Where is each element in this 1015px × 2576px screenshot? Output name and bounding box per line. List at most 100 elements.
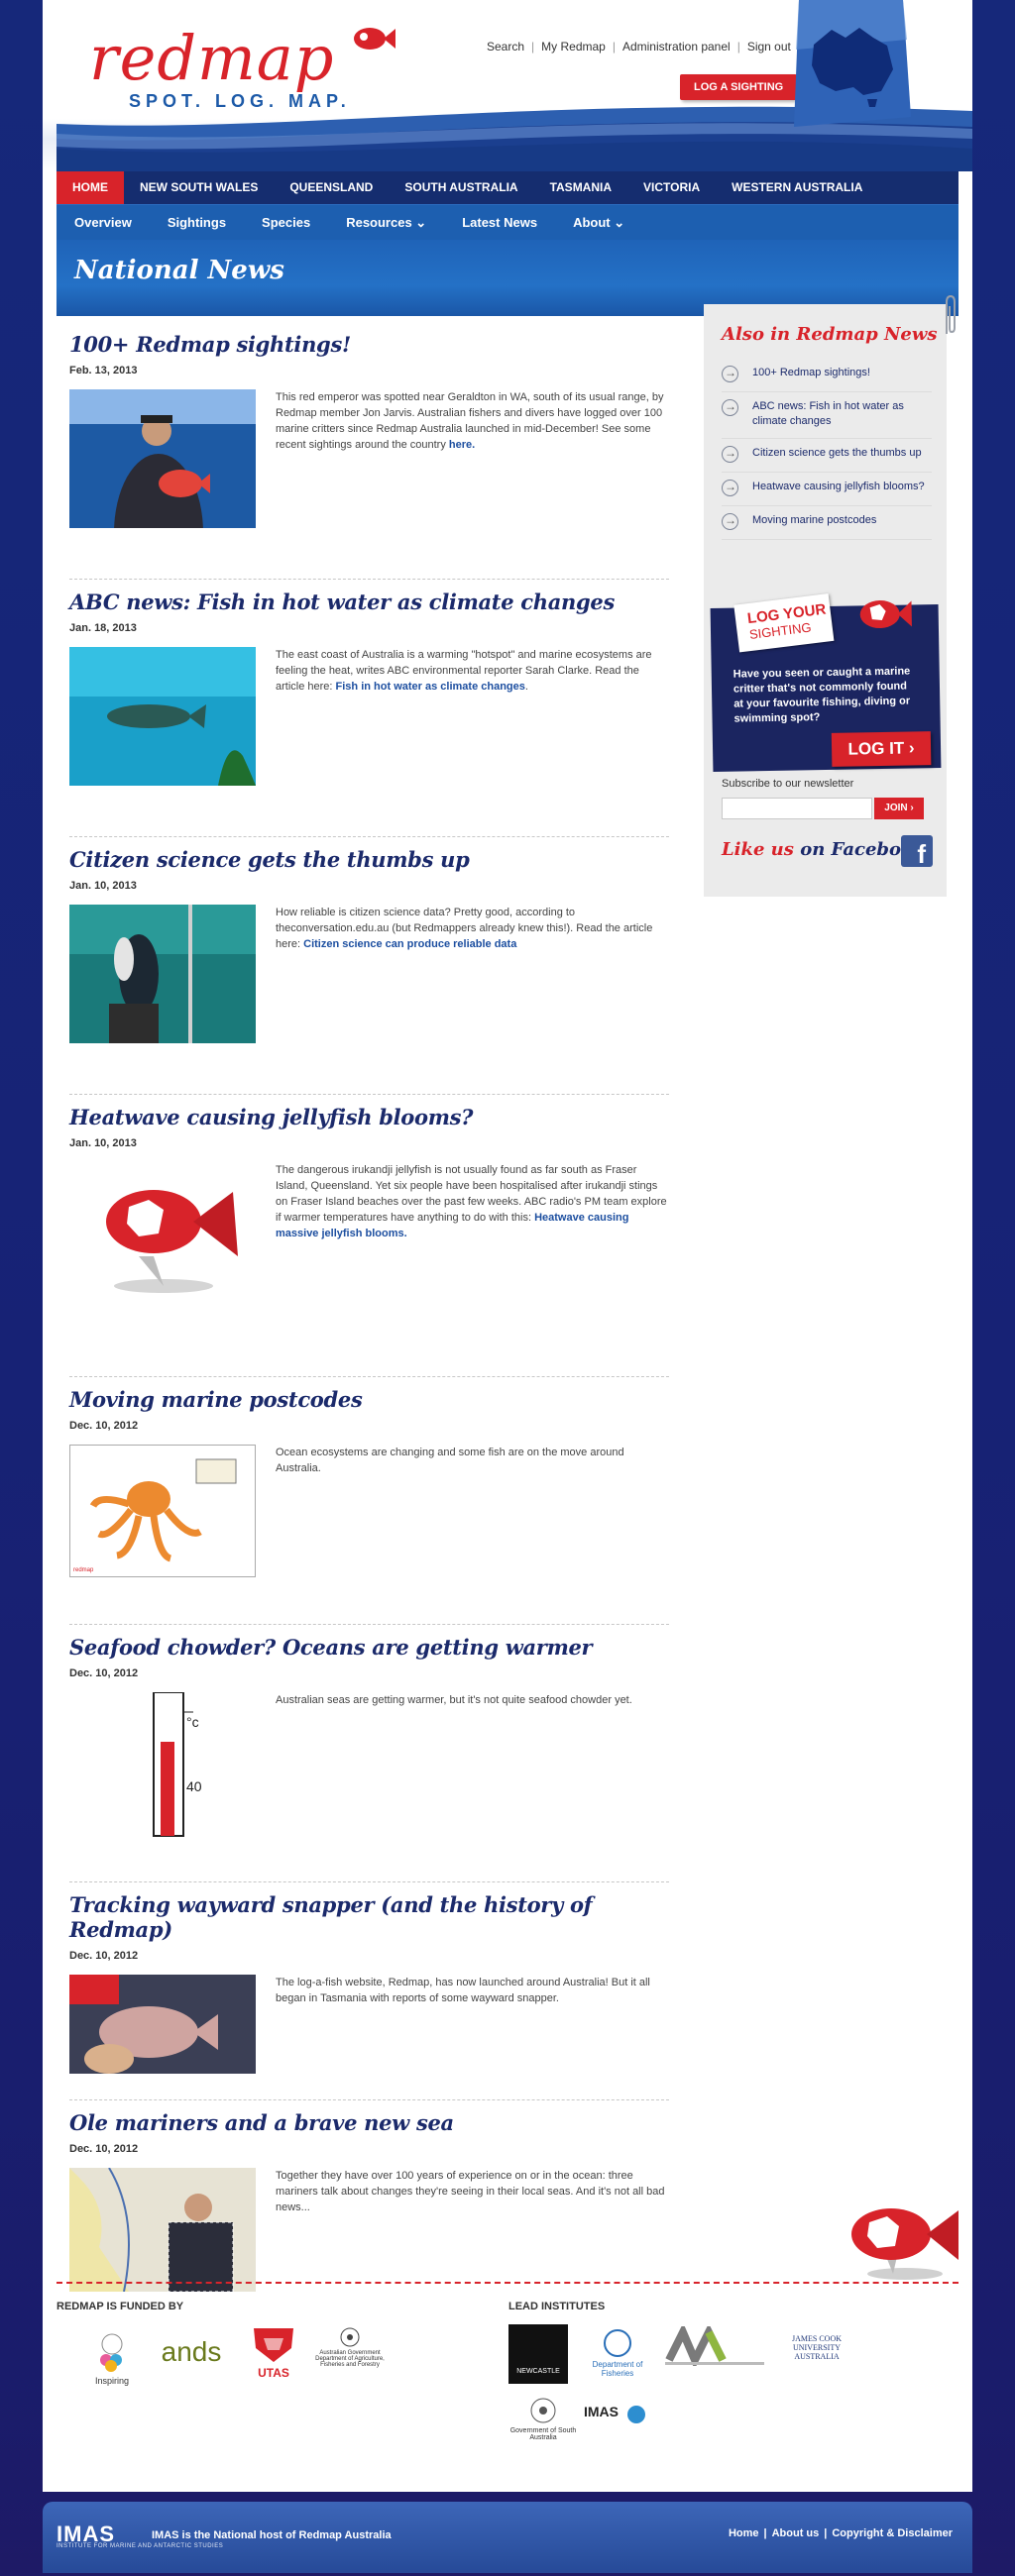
institute-logo-sa-gov[interactable]: Government of South Australia xyxy=(508,2396,578,2441)
article-summary: The dangerous irukandji jellyfish is not… xyxy=(276,1162,667,1306)
article-date: Jan. 10, 2013 xyxy=(69,880,137,892)
article-summary-text: The log-a-fish website, Redmap, has now … xyxy=(276,1977,650,2004)
logo[interactable]: redmap SPOT. LOG. MAP. xyxy=(89,28,351,112)
footer-link-about[interactable]: About us xyxy=(772,2527,820,2539)
funder-name: UTAS xyxy=(258,2366,289,2380)
svg-text:redmap: redmap xyxy=(73,1567,94,1573)
institute-logo-newcastle[interactable]: NEWCASTLE xyxy=(508,2324,568,2384)
subnav-about[interactable]: About ⌄ xyxy=(555,205,642,240)
footer-link-copyright[interactable]: Copyright & Disclaimer xyxy=(832,2527,953,2539)
arrow-right-icon xyxy=(722,480,738,496)
newsletter-join-button[interactable]: JOIN › xyxy=(874,798,924,819)
article-title[interactable]: Citizen science gets the thumbs up xyxy=(69,847,669,872)
sidebar: Also in Redmap News 100+ Redmap sighting… xyxy=(704,304,947,897)
article-summary: Australian seas are getting warmer, but … xyxy=(276,1692,667,1846)
article-date: Jan. 10, 2013 xyxy=(69,1137,137,1149)
arrow-right-icon xyxy=(722,366,738,382)
article-title[interactable]: Moving marine postcodes xyxy=(69,1387,669,1412)
sidebar-news-list: 100+ Redmap sightings! ABC news: Fish in… xyxy=(722,359,932,540)
page-title: National News xyxy=(74,256,284,285)
main-nav: HOME NEW SOUTH WALES QUEENSLAND SOUTH AU… xyxy=(56,171,959,204)
log-it-button[interactable]: LOG IT › xyxy=(831,731,932,767)
svg-text:°c: °c xyxy=(186,1714,199,1730)
redmap-fish-icon xyxy=(851,2208,959,2280)
article-summary: How reliable is citizen science data? Pr… xyxy=(276,905,667,1048)
article-link[interactable]: Citizen science can produce reliable dat… xyxy=(303,938,516,950)
nav-south-australia[interactable]: SOUTH AUSTRALIA xyxy=(389,171,533,204)
nav-home[interactable]: HOME xyxy=(56,171,124,204)
sidebar-news-item[interactable]: 100+ Redmap sightings! xyxy=(722,359,932,392)
article-thumbnail[interactable] xyxy=(69,647,256,791)
facebook-like-link[interactable]: Like us on Facebook xyxy=(722,839,926,860)
sidebar-news-label: Moving marine postcodes xyxy=(752,514,877,526)
host-statement: IMAS is the National host of Redmap Aust… xyxy=(152,2529,392,2541)
nav-victoria[interactable]: VICTORIA xyxy=(627,171,716,204)
article-thumbnail[interactable] xyxy=(69,2168,256,2297)
article: 100+ Redmap sightings! Feb. 13, 2013 Thi… xyxy=(69,332,669,580)
sidebar-news-item[interactable]: Moving marine postcodes xyxy=(722,506,932,540)
article-thumbnail[interactable]: redmap xyxy=(69,1445,256,1582)
article-summary-text: Australian seas are getting warmer, but … xyxy=(276,1694,632,1706)
subnav-latest-news[interactable]: Latest News xyxy=(444,205,555,240)
sidebar-news-label: Heatwave causing jellyfish blooms? xyxy=(752,481,925,492)
header: redmap SPOT. LOG. MAP. Search | My Redmap |… xyxy=(43,0,972,171)
article-link[interactable]: here. xyxy=(449,439,475,451)
sidebar-news-item[interactable]: ABC news: Fish in hot water as climate c… xyxy=(722,392,932,439)
institute-logo-jcu[interactable]: JAMES COOK UNIVERSITY AUSTRALIA xyxy=(772,2334,861,2361)
australia-map-flag xyxy=(794,0,911,127)
facebook-like-prefix: Like us xyxy=(722,839,794,860)
nav-western-australia[interactable]: WESTERN AUSTRALIA xyxy=(716,171,878,204)
footer-bar: IMAS INSTITUTE FOR MARINE AND ANTARCTIC … xyxy=(43,2502,972,2573)
funder-logo-utas[interactable]: UTAS xyxy=(246,2324,301,2380)
article: Seafood chowder? Oceans are getting warm… xyxy=(69,1635,669,1882)
article-title[interactable]: Heatwave causing jellyfish blooms? xyxy=(69,1105,669,1129)
log-sighting-promo: LOG YOUR SIGHTING Have you seen or caugh… xyxy=(710,593,942,772)
log-your-sighting-card: LOG YOUR SIGHTING xyxy=(733,593,835,653)
article-title[interactable]: ABC news: Fish in hot water as climate c… xyxy=(69,590,669,614)
nav-tasmania[interactable]: TASMANIA xyxy=(534,171,627,204)
footer-link-home[interactable]: Home xyxy=(729,2527,759,2539)
subnav-overview[interactable]: Overview xyxy=(56,205,150,240)
funder-logo-aus-gov[interactable]: Australian Government Department of Agri… xyxy=(310,2326,390,2368)
article-summary: The east coast of Australia is a warming… xyxy=(276,647,667,791)
institute-logo-imas[interactable]: IMAS xyxy=(584,2404,683,2424)
util-search-link[interactable]: Search xyxy=(487,40,524,54)
article-thumbnail[interactable] xyxy=(69,1162,256,1306)
institute-logo-newcastle-research[interactable] xyxy=(665,2322,764,2370)
article-thumbnail[interactable] xyxy=(69,1975,256,2079)
institute-logo-fisheries[interactable]: Department of Fisheries xyxy=(578,2328,657,2378)
nav-queensland[interactable]: QUEENSLAND xyxy=(274,171,389,204)
subnav-sightings[interactable]: Sightings xyxy=(150,205,244,240)
article-thumbnail[interactable] xyxy=(69,389,256,533)
sidebar-news-item[interactable]: Citizen science gets the thumbs up xyxy=(722,439,932,473)
log-a-sighting-button[interactable]: LOG A SIGHTING xyxy=(680,74,798,100)
funder-name: ands xyxy=(161,2336,222,2367)
nav-new-south-wales[interactable]: NEW SOUTH WALES xyxy=(124,171,274,204)
article-summary-text: Together they have over 100 years of exp… xyxy=(276,2170,665,2213)
article: Ole mariners and a brave new sea Dec. 10… xyxy=(69,2110,669,2308)
article-title[interactable]: 100+ Redmap sightings! xyxy=(69,332,669,357)
article-thumbnail[interactable] xyxy=(69,905,256,1048)
article-title[interactable]: Ole mariners and a brave new sea xyxy=(69,2110,669,2135)
institute-name: IMAS xyxy=(584,2404,619,2419)
article-summary: Together they have over 100 years of exp… xyxy=(276,2168,667,2297)
util-my-redmap-link[interactable]: My Redmap xyxy=(541,40,606,54)
article-title[interactable]: Seafood chowder? Oceans are getting warm… xyxy=(69,1635,669,1660)
article-title[interactable]: Tracking wayward snapper (and the histor… xyxy=(69,1892,669,1942)
subnav-species[interactable]: Species xyxy=(244,205,328,240)
subnav-resources[interactable]: Resources ⌄ xyxy=(328,205,444,240)
article-link[interactable]: Fish in hot water as climate changes xyxy=(336,681,525,693)
funder-logo-inspiring[interactable]: Inspiring xyxy=(82,2330,142,2386)
util-admin-panel-link[interactable]: Administration panel xyxy=(622,40,731,54)
article: ABC news: Fish in hot water as climate c… xyxy=(69,590,669,837)
newsletter-email-input[interactable] xyxy=(722,798,872,819)
sidebar-news-item[interactable]: Heatwave causing jellyfish blooms? xyxy=(722,473,932,506)
funder-name: Australian Government Department of Agri… xyxy=(315,2350,385,2368)
logo-tagline: SPOT. LOG. MAP. xyxy=(129,91,351,111)
article-thumbnail[interactable]: °c 40 xyxy=(69,1692,256,1846)
log-promo-text: Have you seen or caught a marine critter… xyxy=(733,665,911,725)
facebook-icon[interactable]: f xyxy=(901,835,933,869)
funder-logo-ands[interactable]: ands xyxy=(147,2336,236,2368)
article-date: Feb. 13, 2013 xyxy=(69,365,138,376)
logo-wordmark: redmap xyxy=(89,22,335,94)
